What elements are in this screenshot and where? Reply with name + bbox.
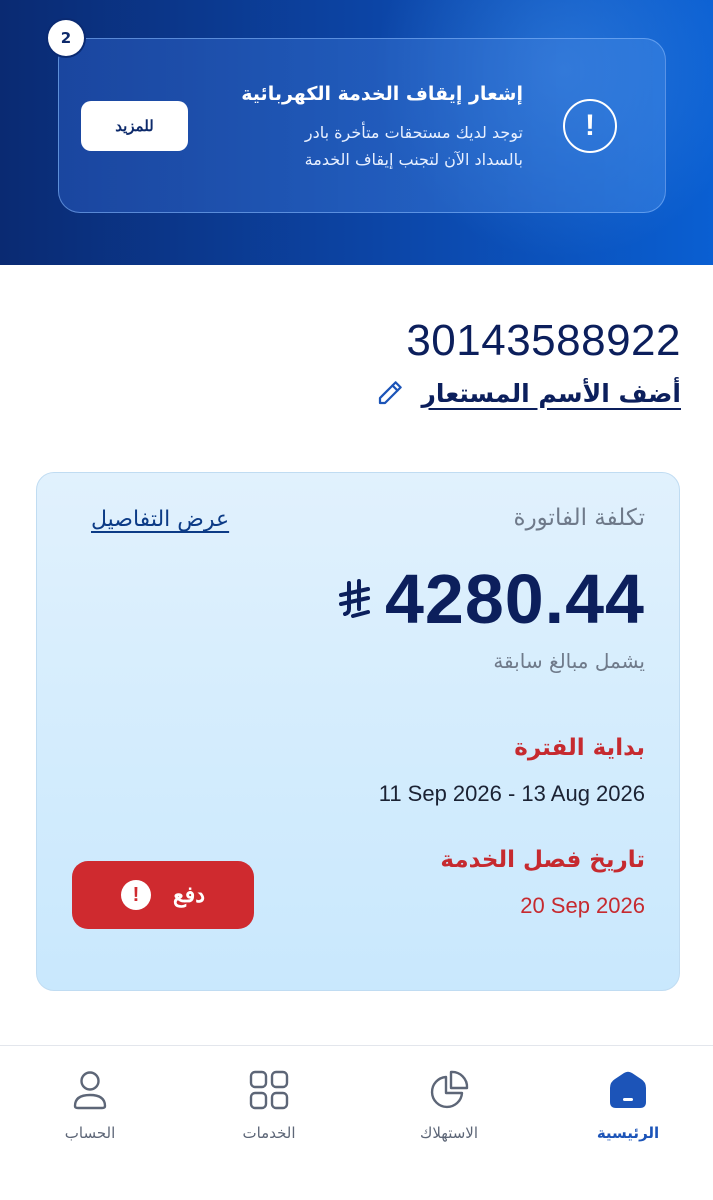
notice-count-badge: 2 bbox=[48, 20, 84, 56]
bill-card: تكلفة الفاتورة عرض التفاصيل 4280.44 يشمل… bbox=[36, 472, 680, 991]
alert-circle-icon: ! bbox=[563, 99, 617, 153]
account-number: 30143588922 bbox=[406, 316, 681, 365]
nav-label-account: الحساب bbox=[64, 1124, 116, 1142]
add-alias-label: أضف الأسم المستعار bbox=[421, 378, 681, 408]
view-details-link[interactable]: عرض التفاصيل bbox=[91, 507, 229, 532]
grid-icon bbox=[249, 1070, 289, 1110]
notice-title: إشعار إيقاف الخدمة الكهربائية bbox=[241, 83, 523, 105]
nav-label-services: الخدمات bbox=[242, 1124, 296, 1142]
notice-body: توجد لديك مستحقات متأخرة بادر بالسداد ال… bbox=[304, 123, 523, 169]
pay-button[interactable]: دفع ! bbox=[72, 861, 254, 929]
nav-item-services[interactable]: الخدمات bbox=[209, 1068, 329, 1142]
period-start-label: بداية الفترة bbox=[514, 735, 645, 761]
user-icon bbox=[73, 1071, 107, 1110]
nav-item-consumption[interactable]: الاستهلاك bbox=[389, 1068, 509, 1142]
service-cutoff-date: 20 Sep 2026 bbox=[520, 893, 645, 918]
includes-previous-note: يشمل مبالغ سابقة bbox=[493, 649, 645, 673]
saudi-riyal-icon bbox=[338, 579, 370, 618]
bottom-navigation: الرئيسية الاستهلاك الخدمات الحساب bbox=[0, 1045, 713, 1200]
period-range-value: 11 Sep 2026 - 13 Aug 2026 bbox=[378, 781, 645, 806]
bill-cost-label: تكلفة الفاتورة bbox=[513, 505, 645, 531]
alert-circle-icon: ! bbox=[120, 880, 151, 910]
pencil-icon bbox=[379, 381, 403, 405]
bill-amount-row: 4280.44 bbox=[337, 559, 645, 639]
nav-label-home: الرئيسية bbox=[596, 1124, 660, 1142]
add-alias-link[interactable]: أضف الأسم المستعار bbox=[375, 378, 681, 408]
bill-amount: 4280.44 bbox=[384, 560, 645, 638]
pay-label: دفع bbox=[172, 882, 206, 907]
nav-item-account[interactable]: الحساب bbox=[30, 1068, 150, 1142]
service-suspension-notice-card[interactable]: ! إشعار إيقاف الخدمة الكهربائية توجد لدي… bbox=[58, 38, 666, 213]
nav-item-home[interactable]: الرئيسية bbox=[568, 1068, 688, 1142]
nav-label-consumption: الاستهلاك bbox=[419, 1124, 479, 1142]
home-icon bbox=[610, 1071, 646, 1108]
service-cutoff-label: تاريخ فصل الخدمة bbox=[440, 847, 645, 873]
more-button[interactable]: للمزيد bbox=[81, 101, 188, 151]
pie-chart-icon bbox=[430, 1070, 469, 1109]
